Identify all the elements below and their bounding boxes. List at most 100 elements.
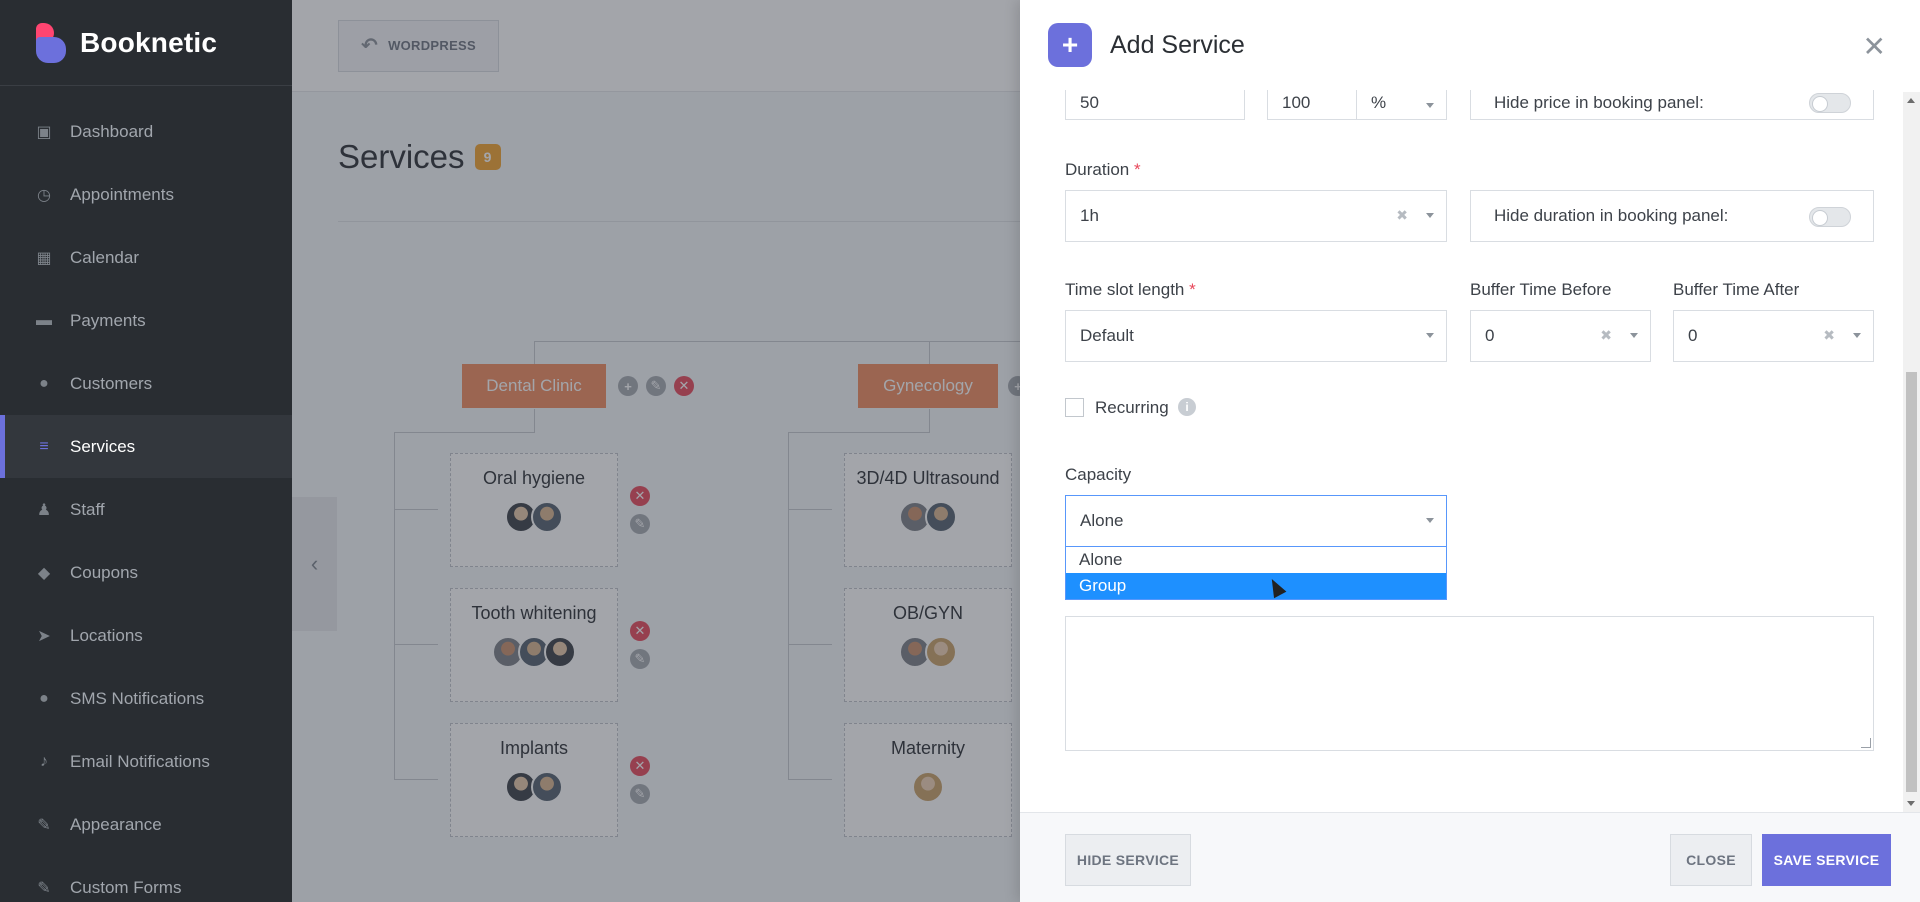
capacity-option-alone[interactable]: Alone: [1066, 547, 1446, 573]
deposit-value: 100: [1282, 93, 1311, 112]
required-mark: *: [1189, 280, 1196, 299]
buffer-before-value: 0: [1485, 326, 1495, 345]
buffer-before-label: Buffer Time Before: [1470, 280, 1612, 299]
deposit-input[interactable]: 100: [1267, 90, 1357, 120]
sidebar-item-sms-notifications[interactable]: ● SMS Notifications: [0, 667, 292, 730]
panel-body: 50 100 % Hide price in booking panel: Du…: [1020, 90, 1920, 812]
duration-label: Duration *: [1065, 160, 1141, 180]
sidebar-item-label: Appointments: [70, 184, 174, 204]
capacity-value: Alone: [1080, 511, 1124, 530]
hide-price-toggle[interactable]: [1809, 93, 1851, 113]
sidebar-item-label: Coupons: [70, 562, 139, 582]
capacity-dropdown: Alone Group: [1065, 546, 1447, 600]
chevron-down-icon: [1853, 333, 1861, 338]
buffer-after-label: Buffer Time After: [1673, 280, 1800, 299]
sidebar-item-appointments[interactable]: ◷ Appointments: [0, 163, 292, 226]
timeslot-label-text: Time slot length: [1065, 280, 1185, 299]
note-textarea[interactable]: [1065, 616, 1874, 751]
clear-icon[interactable]: ✖: [1396, 207, 1408, 224]
sidebar-menu: ▣ Dashboard ◷ Appointments ▦ Calendar ▬ Paym…: [0, 100, 292, 902]
close-icon: ✕: [1862, 31, 1886, 62]
hide-service-button[interactable]: HIDE SERVICE: [1065, 834, 1191, 886]
deposit-type-value: %: [1371, 93, 1387, 112]
chevron-down-icon: [1630, 333, 1638, 338]
sidebar-item-appearance[interactable]: ✎ Appearance: [0, 793, 292, 856]
buffer-after-select[interactable]: 0 ✖: [1673, 310, 1874, 362]
save-service-button[interactable]: SAVE SERVICE: [1762, 834, 1891, 886]
clear-icon[interactable]: ✖: [1600, 327, 1612, 344]
sidebar-item-label: Appearance: [70, 814, 162, 834]
hide-duration-toggle[interactable]: [1809, 207, 1851, 227]
sidebar-item-locations[interactable]: ➤ Locations: [0, 604, 292, 667]
duration-label-text: Duration: [1065, 160, 1130, 179]
sidebar-item-customers[interactable]: ● Customers: [0, 352, 292, 415]
sidebar-item-label: Locations: [70, 625, 143, 645]
timeslot-label: Time slot length *: [1065, 280, 1196, 300]
sidebar-item-coupons[interactable]: ◆ Coupons: [0, 541, 292, 604]
sidebar-item-label: Email Notifications: [70, 751, 210, 771]
clock-icon: ◷: [37, 186, 51, 204]
panel-title: Add Service: [1110, 30, 1245, 59]
close-panel-button[interactable]: ✕: [1863, 30, 1886, 63]
bell-icon: ♪: [40, 752, 48, 770]
brush-icon: ✎: [37, 816, 51, 834]
sidebar-item-label: Custom Forms: [70, 877, 182, 897]
sidebar-item-label: Dashboard: [70, 121, 154, 141]
tag-icon: ◆: [37, 564, 51, 582]
brand[interactable]: Booknetic: [0, 0, 292, 86]
required-mark: *: [1134, 160, 1141, 179]
deposit-type-select[interactable]: %: [1356, 90, 1447, 120]
sidebar-item-email-notifications[interactable]: ♪ Email Notifications: [0, 730, 292, 793]
sidebar-item-services[interactable]: ≡ Services: [0, 415, 292, 478]
calendar-icon: ▦: [36, 249, 52, 267]
duration-select[interactable]: 1h ✖: [1065, 190, 1447, 242]
sidebar-item-label: SMS Notifications: [70, 688, 205, 708]
info-icon[interactable]: i: [1178, 398, 1196, 416]
clear-icon[interactable]: ✖: [1823, 327, 1835, 344]
scroll-down-icon[interactable]: [1907, 801, 1915, 806]
recurring-checkbox[interactable]: [1065, 398, 1084, 417]
hide-duration-field: Hide duration in booking panel:: [1470, 190, 1874, 242]
duration-value: 1h: [1080, 206, 1099, 225]
price-value: 50: [1080, 93, 1099, 112]
booknetic-logo-icon: [34, 22, 66, 63]
form-icon: ✎: [37, 879, 51, 897]
chevron-down-icon: [1426, 103, 1434, 108]
user-icon: ♟: [36, 501, 52, 519]
sidebar-item-label: Services: [70, 436, 136, 456]
sidebar-item-label: Payments: [70, 310, 146, 330]
chat-icon: ●: [39, 689, 49, 707]
timeslot-select[interactable]: Default: [1065, 310, 1447, 362]
panel-scrollbar[interactable]: [1903, 92, 1920, 812]
list-icon: ≡: [39, 437, 49, 455]
sidebar-item-calendar[interactable]: ▦ Calendar: [0, 226, 292, 289]
modal-overlay[interactable]: [292, 0, 1020, 902]
panel-header: + Add Service ✕: [1020, 0, 1920, 90]
scroll-up-icon[interactable]: [1907, 98, 1915, 103]
brand-name: Booknetic: [80, 26, 218, 58]
scrollbar-thumb[interactable]: [1906, 372, 1917, 792]
close-button[interactable]: CLOSE: [1670, 834, 1752, 886]
sidebar-item-payments[interactable]: ▬ Payments: [0, 289, 292, 352]
sidebar: Booknetic ▣ Dashboard ◷ Appointments ▦ Cale…: [0, 0, 292, 902]
hide-price-label: Hide price in booking panel:: [1494, 93, 1704, 112]
chevron-down-icon: [1426, 333, 1434, 338]
capacity-select[interactable]: Alone: [1065, 495, 1447, 547]
resize-handle-icon[interactable]: [1861, 738, 1871, 748]
add-service-panel: + Add Service ✕ 50 100 % Hide price in b…: [1020, 0, 1920, 902]
price-input[interactable]: 50: [1065, 90, 1245, 120]
cube-icon: ▣: [36, 123, 52, 141]
sidebar-item-label: Calendar: [70, 247, 139, 267]
sidebar-item-dashboard[interactable]: ▣ Dashboard: [0, 100, 292, 163]
plus-icon: +: [1048, 23, 1092, 67]
hide-price-field: Hide price in booking panel:: [1470, 90, 1874, 120]
buffer-after-value: 0: [1688, 326, 1698, 345]
sidebar-item-staff[interactable]: ♟ Staff: [0, 478, 292, 541]
buffer-before-select[interactable]: 0 ✖: [1470, 310, 1651, 362]
capacity-label: Capacity: [1065, 465, 1132, 484]
users-icon: ●: [39, 374, 49, 392]
location-arrow-icon: ➤: [37, 627, 51, 645]
sidebar-item-custom-forms[interactable]: ✎ Custom Forms: [0, 856, 292, 902]
capacity-option-group[interactable]: Group: [1066, 573, 1446, 599]
timeslot-value: Default: [1080, 326, 1134, 345]
